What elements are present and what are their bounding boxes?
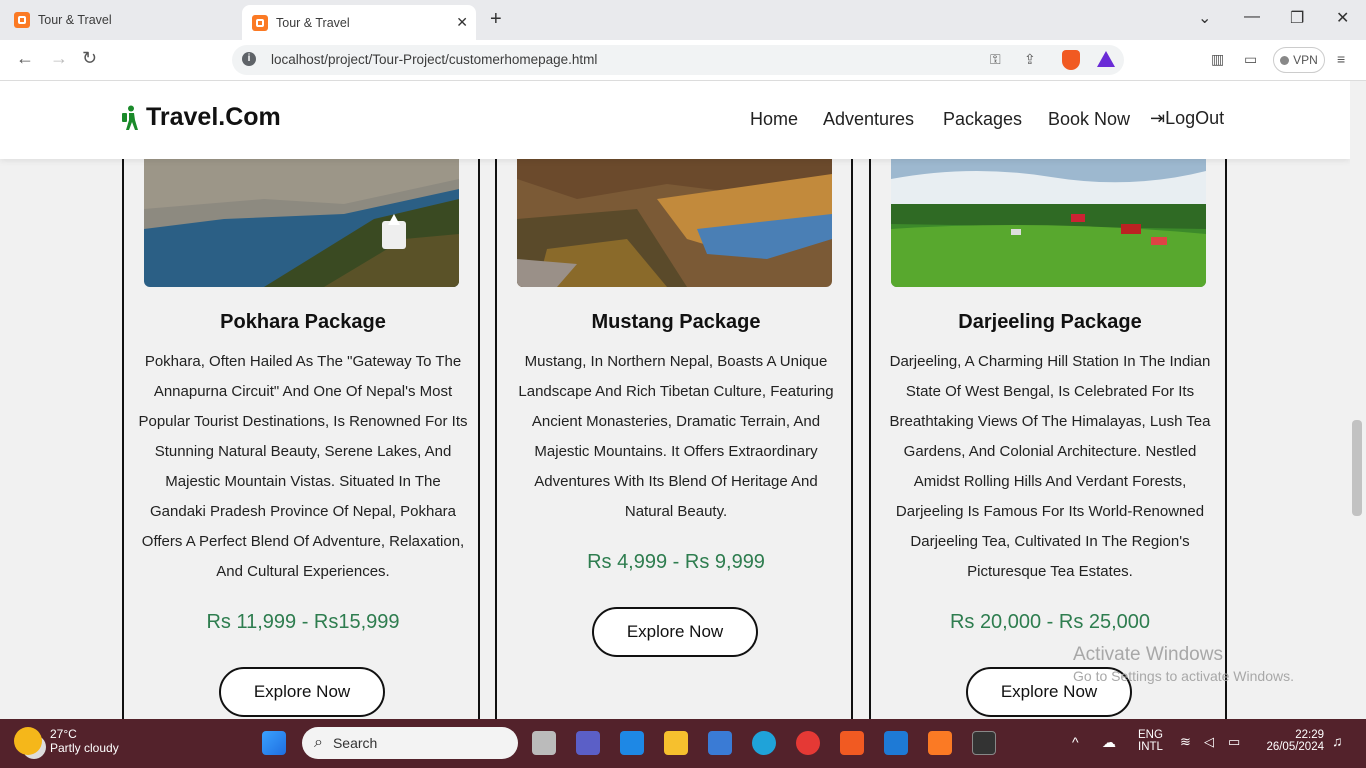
logout-icon: ⇥ bbox=[1150, 108, 1166, 128]
nav-packages[interactable]: Packages bbox=[943, 109, 1022, 130]
nav-book-now[interactable]: Book Now bbox=[1048, 109, 1130, 130]
close-window-icon[interactable]: ✕ bbox=[1336, 8, 1349, 28]
xampp-icon[interactable] bbox=[928, 731, 952, 755]
package-price: Rs 11,999 - Rs15,999 bbox=[206, 611, 400, 633]
volume-icon[interactable]: ◁ bbox=[1204, 734, 1214, 750]
language-indicator[interactable]: ENG INTL bbox=[1138, 729, 1163, 753]
back-icon[interactable]: ← bbox=[16, 48, 34, 69]
vscode-icon[interactable] bbox=[884, 731, 908, 755]
activate-windows-subtitle: Go to Settings to activate Windows. bbox=[1073, 668, 1294, 684]
search-placeholder: Search bbox=[332, 735, 378, 751]
package-title: Darjeeling Package bbox=[958, 311, 1142, 333]
brave-icon[interactable] bbox=[840, 731, 864, 755]
tab-search-chevron-icon[interactable]: ⌄ bbox=[1198, 8, 1211, 28]
sidebar-icon[interactable]: ▥ bbox=[1211, 51, 1224, 68]
mail-icon[interactable] bbox=[620, 731, 644, 755]
package-card-mustang: Mustang Package Mustang, In Northern Nep… bbox=[495, 141, 853, 719]
clock[interactable]: 22:29 26/05/2024 bbox=[1260, 729, 1324, 753]
menu-icon[interactable]: ≡ bbox=[1337, 51, 1345, 67]
close-tab-icon[interactable]: ✕ bbox=[456, 14, 468, 31]
forward-icon[interactable]: → bbox=[50, 48, 68, 69]
tab-title: Tour & Travel bbox=[38, 13, 112, 27]
package-description: Mustang, In Northern Nepal, Boasts A Uni… bbox=[518, 353, 834, 520]
date: 26/05/2024 bbox=[1266, 741, 1324, 753]
package-title: Mustang Package bbox=[591, 311, 761, 333]
notification-bell-icon[interactable]: ♫ bbox=[1332, 733, 1343, 749]
partly-cloudy-icon bbox=[14, 727, 42, 755]
share-icon[interactable]: ⇪ bbox=[1024, 51, 1036, 68]
reload-icon[interactable]: ↻ bbox=[82, 48, 97, 69]
battery-icon[interactable]: ▭ bbox=[1228, 734, 1240, 750]
mustang-image bbox=[517, 159, 832, 287]
vpn-button[interactable]: VPN bbox=[1273, 47, 1325, 73]
nav-adventures[interactable]: Adventures bbox=[823, 109, 914, 130]
file-explorer-icon[interactable] bbox=[664, 731, 688, 755]
logout-label: LogOut bbox=[1165, 108, 1225, 128]
vpn-label: VPN bbox=[1293, 53, 1318, 67]
site-logo[interactable]: Travel.Com bbox=[120, 103, 281, 132]
explore-now-button[interactable]: Explore Now bbox=[219, 667, 385, 717]
brave-shields-icon[interactable] bbox=[1062, 50, 1080, 70]
xampp-favicon-icon bbox=[14, 12, 30, 28]
package-description: Darjeeling, A Charming Hill Station In T… bbox=[889, 353, 1211, 580]
pokhara-image bbox=[144, 159, 459, 287]
task-view-icon[interactable] bbox=[532, 731, 556, 755]
keyboard-layout: INTL bbox=[1138, 741, 1163, 753]
darjeeling-image bbox=[891, 159, 1206, 287]
package-price: Rs 4,999 - Rs 9,999 bbox=[587, 551, 765, 573]
scrollbar-thumb[interactable] bbox=[1352, 420, 1362, 516]
browser-toolbar: ← → ↻ i localhost/project/Tour-Project/c… bbox=[0, 40, 1366, 81]
vpn-status-icon bbox=[1280, 55, 1290, 65]
temperature: 27°C bbox=[50, 727, 77, 741]
terminal-icon[interactable] bbox=[972, 731, 996, 755]
wallet-icon[interactable]: ▭ bbox=[1244, 51, 1257, 68]
wifi-icon[interactable]: ≋ bbox=[1180, 734, 1191, 750]
explore-now-button[interactable]: Explore Now bbox=[592, 607, 758, 657]
url-text[interactable]: localhost/project/Tour-Project/customerh… bbox=[271, 52, 597, 67]
time: 22:29 bbox=[1295, 729, 1324, 741]
language-code: ENG bbox=[1138, 729, 1163, 741]
browser-tab-2[interactable]: Tour & Travel ✕ bbox=[242, 5, 476, 40]
package-card-pokhara: Pokhara Package Pokhara, Often Hailed As… bbox=[122, 141, 480, 719]
search-icon: ⌕ bbox=[314, 734, 323, 751]
hiker-icon bbox=[122, 105, 138, 130]
xampp-favicon-icon bbox=[252, 14, 268, 31]
chevron-up-icon[interactable]: ^ bbox=[1072, 734, 1079, 750]
weather-widget[interactable]: 27°C Partly cloudy bbox=[14, 727, 119, 755]
web-page: Travel.Com Home Adventures Packages Book… bbox=[0, 81, 1350, 719]
start-icon[interactable] bbox=[262, 731, 286, 755]
page-scrollbar[interactable] bbox=[1350, 81, 1366, 719]
browser-tab-1[interactable]: Tour & Travel bbox=[4, 4, 240, 36]
nav-home[interactable]: Home bbox=[750, 109, 798, 130]
teams-icon[interactable] bbox=[576, 731, 600, 755]
key-icon[interactable]: ⚿ bbox=[990, 51, 1001, 68]
site-header: Travel.Com Home Adventures Packages Book… bbox=[0, 81, 1350, 159]
new-tab-icon[interactable]: + bbox=[490, 8, 502, 31]
package-card-darjeeling: Darjeeling Package Darjeeling, A Charmin… bbox=[869, 141, 1227, 719]
weather-condition: Partly cloudy bbox=[50, 741, 119, 755]
chrome-icon[interactable] bbox=[796, 731, 820, 755]
taskbar-search[interactable]: ⌕ Search bbox=[302, 727, 518, 759]
brave-rewards-icon[interactable] bbox=[1097, 51, 1115, 67]
windows-taskbar: 27°C Partly cloudy ⌕ Search ^ ☁ ENG INTL… bbox=[0, 719, 1366, 768]
cloud-icon[interactable]: ☁ bbox=[1102, 734, 1116, 751]
site-info-icon[interactable]: i bbox=[242, 52, 256, 66]
nav-logout[interactable]: ⇥LogOut bbox=[1150, 108, 1224, 129]
package-price: Rs 20,000 - Rs 25,000 bbox=[949, 611, 1151, 633]
package-title: Pokhara Package bbox=[220, 311, 386, 333]
minimize-icon[interactable]: — bbox=[1244, 8, 1260, 26]
tab-title: Tour & Travel bbox=[276, 15, 350, 30]
browser-tab-strip: Tour & Travel Tour & Travel ✕ + ⌄ — ❐ ✕ bbox=[0, 0, 1366, 40]
package-description: Pokhara, Often Hailed As The "Gateway To… bbox=[138, 353, 468, 580]
store-icon[interactable] bbox=[708, 731, 732, 755]
logo-text: Travel.Com bbox=[146, 103, 281, 131]
activate-windows-title: Activate Windows bbox=[1073, 644, 1223, 665]
edge-icon[interactable] bbox=[752, 731, 776, 755]
restore-icon[interactable]: ❐ bbox=[1290, 8, 1304, 28]
